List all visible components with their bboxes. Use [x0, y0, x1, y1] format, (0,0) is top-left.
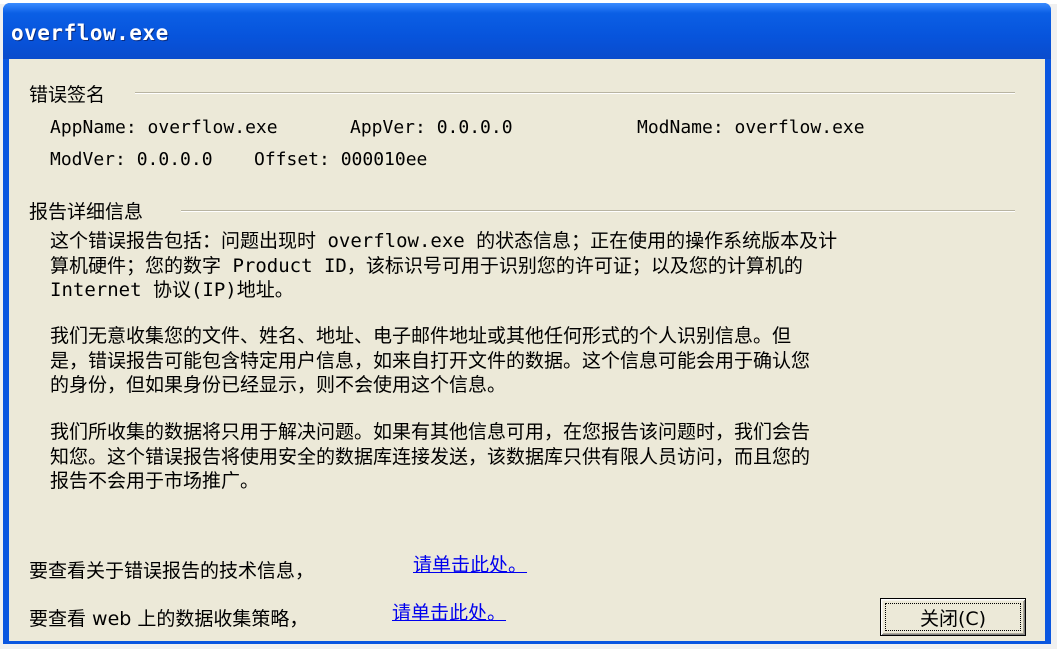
- mod-name-field: ModName: overflow.exe: [637, 117, 865, 138]
- paragraph-line: 算机硬件；您的数字 Product ID，该标识号可用于识别您的许可证；以及您的…: [50, 254, 803, 277]
- section-title-signature: 错误签名: [29, 84, 106, 106]
- section-title-details: 报告详细信息: [29, 201, 144, 223]
- tech-info-link[interactable]: 请单击此处。: [413, 550, 527, 577]
- title-bar[interactable]: overflow.exe: [3, 3, 1051, 59]
- policy-text: 要查看 web 上的数据收集策略，: [29, 608, 309, 630]
- details-paragraph-2: 我们无意收集您的文件、姓名、地址、电子邮件地址或其他任何形式的个人识别信息。但 …: [50, 324, 1025, 398]
- section-divider: [181, 210, 1015, 212]
- paragraph-line: 这个错误报告包括：问题出现时 overflow.exe 的状态信息；正在使用的操…: [50, 230, 838, 252]
- app-ver-field: AppVer: 0.0.0.0: [350, 117, 513, 138]
- paragraph-line: 我们所收集的数据将只用于解决问题。如果有其他信息可用，在您报告该问题时，我们会告: [50, 421, 811, 443]
- section-divider: [135, 92, 1015, 94]
- paragraph-line: 报告不会用于市场推广。: [50, 470, 260, 492]
- app-name-field: AppName: overflow.exe: [50, 117, 278, 138]
- dialog-body: 错误签名 AppName: overflow.exe AppVer: 0.0.0…: [9, 59, 1045, 641]
- paragraph-line: 是，错误报告可能包含特定用户信息，如来自打开文件的数据。这个信息可能会用于确认您: [50, 349, 811, 372]
- paragraph-line: 知您。这个错误报告将使用安全的数据库连接发送，该数据库只供有限人员访问，而且您的: [50, 445, 811, 468]
- paragraph-line: 的身份，但如果身份已经显示，则不会使用这个信息。: [50, 374, 507, 396]
- details-paragraph-1: 这个错误报告包括：问题出现时 overflow.exe 的状态信息；正在使用的操…: [50, 229, 1025, 303]
- paragraph-line: Internet 协议(IP)地址。: [50, 279, 294, 301]
- policy-link[interactable]: 请单击此处。: [392, 598, 506, 625]
- offset-field: Offset: 000010ee: [254, 149, 428, 170]
- paragraph-line: 我们无意收集您的文件、姓名、地址、电子邮件地址或其他任何形式的个人识别信息。但: [50, 325, 792, 347]
- mod-ver-field: ModVer: 0.0.0.0: [50, 149, 213, 170]
- close-button[interactable]: 关闭(C): [880, 598, 1026, 636]
- window-title: overflow.exe: [11, 21, 169, 45]
- details-paragraph-3: 我们所收集的数据将只用于解决问题。如果有其他信息可用，在您报告该问题时，我们会告…: [50, 420, 1025, 494]
- tech-info-text: 要查看关于错误报告的技术信息，: [29, 560, 315, 582]
- error-report-dialog: overflow.exe 错误签名 AppName: overflow.exe …: [3, 3, 1051, 644]
- focus-ring: [885, 603, 1021, 631]
